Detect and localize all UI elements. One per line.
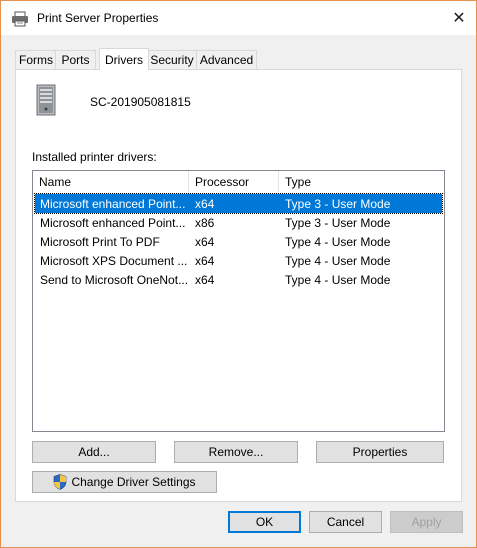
ok-button-label: OK bbox=[255, 515, 274, 529]
driver-name: Microsoft enhanced Point... bbox=[40, 196, 186, 211]
driver-name: Microsoft XPS Document ... bbox=[40, 253, 188, 268]
column-type-label: Type bbox=[285, 175, 312, 189]
close-icon: ✕ bbox=[452, 10, 466, 27]
driver-processor: x64 bbox=[195, 272, 215, 287]
driver-processor: x64 bbox=[195, 253, 215, 268]
driver-type: Type 4 - User Mode bbox=[285, 253, 391, 268]
column-name-label: Name bbox=[39, 175, 72, 189]
column-header-name[interactable]: Name bbox=[33, 171, 189, 193]
close-button[interactable]: ✕ bbox=[442, 1, 476, 35]
printer-icon bbox=[12, 11, 28, 27]
drivers-list[interactable]: Name Processor Type Microsoft enhanced P… bbox=[32, 170, 445, 432]
title-bar: Print Server Properties ✕ bbox=[1, 1, 476, 35]
apply-button-label: Apply bbox=[411, 515, 442, 529]
server-icon bbox=[36, 84, 56, 116]
tab-drivers-label: Drivers bbox=[105, 52, 143, 67]
ok-button[interactable]: OK bbox=[228, 511, 301, 533]
column-header-type[interactable]: Type bbox=[279, 171, 444, 193]
driver-processor: x64 bbox=[195, 196, 215, 211]
drivers-tab-panel: SC-201905081815 Installed printer driver… bbox=[15, 69, 462, 502]
tab-drivers[interactable]: Drivers bbox=[99, 48, 149, 70]
window-title: Print Server Properties bbox=[37, 11, 159, 25]
installed-drivers-label: Installed printer drivers: bbox=[32, 150, 157, 164]
driver-name: Send to Microsoft OneNot... bbox=[40, 272, 188, 287]
change-driver-settings-label: Change Driver Settings bbox=[71, 475, 196, 489]
properties-button[interactable]: Properties bbox=[316, 441, 444, 463]
tab-advanced[interactable]: Advanced bbox=[196, 50, 257, 69]
uac-shield-icon bbox=[54, 474, 67, 490]
remove-button[interactable]: Remove... bbox=[174, 441, 298, 463]
apply-button[interactable]: Apply bbox=[390, 511, 463, 533]
cancel-button[interactable]: Cancel bbox=[309, 511, 382, 533]
properties-button-label: Properties bbox=[352, 445, 408, 459]
tab-security[interactable]: Security bbox=[147, 50, 197, 69]
change-driver-settings-button[interactable]: Change Driver Settings bbox=[32, 471, 217, 493]
list-header: Name Processor Type bbox=[33, 171, 444, 194]
tab-advanced-label: Advanced bbox=[199, 53, 254, 67]
table-row[interactable]: Microsoft Print To PDF x64 Type 4 - User… bbox=[35, 232, 442, 251]
column-header-processor[interactable]: Processor bbox=[189, 171, 279, 193]
remove-button-label: Remove... bbox=[208, 445, 264, 459]
column-processor-label: Processor bbox=[195, 175, 250, 189]
table-row[interactable]: Microsoft XPS Document ... x64 Type 4 - … bbox=[35, 251, 442, 270]
driver-type: Type 4 - User Mode bbox=[285, 234, 391, 249]
cancel-button-label: Cancel bbox=[326, 515, 365, 529]
driver-name: Microsoft Print To PDF bbox=[40, 234, 160, 249]
add-button[interactable]: Add... bbox=[32, 441, 156, 463]
tab-forms-label: Forms bbox=[19, 53, 53, 67]
server-name: SC-201905081815 bbox=[90, 95, 191, 109]
driver-type: Type 3 - User Mode bbox=[285, 196, 391, 211]
table-row[interactable]: Send to Microsoft OneNot... x64 Type 4 -… bbox=[35, 270, 442, 289]
driver-processor: x64 bbox=[195, 234, 215, 249]
tab-forms[interactable]: Forms bbox=[15, 50, 57, 69]
table-row[interactable]: Microsoft enhanced Point... x64 Type 3 -… bbox=[34, 193, 443, 214]
tab-ports[interactable]: Ports bbox=[55, 50, 96, 69]
tab-security-label: Security bbox=[150, 53, 194, 67]
tab-ports-label: Ports bbox=[61, 53, 90, 67]
driver-type: Type 4 - User Mode bbox=[285, 272, 391, 287]
print-server-properties-window: Print Server Properties ✕ Forms Ports Dr… bbox=[0, 0, 477, 548]
driver-processor: x86 bbox=[195, 215, 215, 230]
add-button-label: Add... bbox=[78, 445, 110, 459]
driver-name: Microsoft enhanced Point... bbox=[40, 215, 186, 230]
driver-type: Type 3 - User Mode bbox=[285, 215, 391, 230]
table-row[interactable]: Microsoft enhanced Point... x86 Type 3 -… bbox=[35, 213, 442, 232]
